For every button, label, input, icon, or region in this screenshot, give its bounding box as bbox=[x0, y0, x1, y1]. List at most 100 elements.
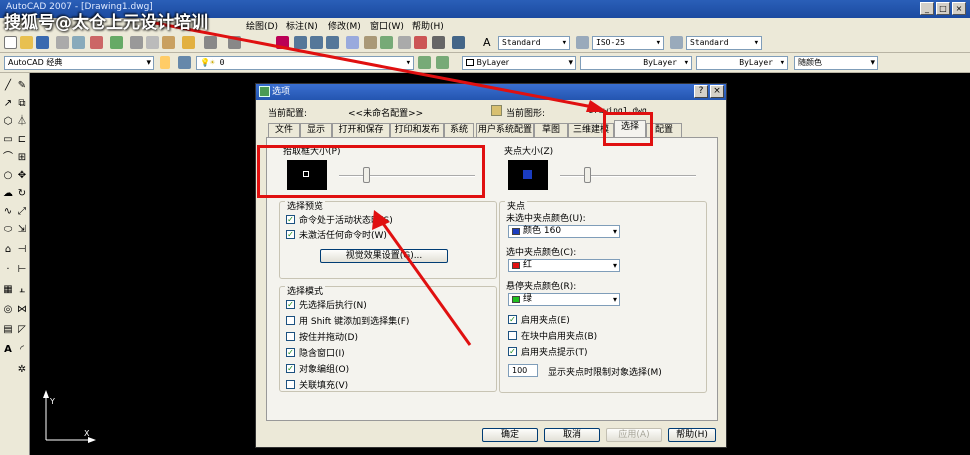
zoom-window-icon[interactable] bbox=[310, 36, 323, 49]
preview-icon[interactable] bbox=[72, 36, 85, 49]
text-style-icon[interactable]: A bbox=[483, 36, 496, 49]
tab-files[interactable]: 文件 bbox=[268, 123, 300, 137]
help-icon[interactable] bbox=[452, 36, 465, 49]
zoom-realtime-icon[interactable] bbox=[294, 36, 307, 49]
preview-inactive-checkbox[interactable]: ✓ bbox=[286, 230, 295, 239]
visual-effects-button[interactable]: 视觉效果设置(G)... bbox=[320, 249, 448, 263]
tab-drafting[interactable]: 草图 bbox=[534, 123, 568, 137]
undo-icon[interactable] bbox=[204, 36, 217, 49]
press-drag-checkbox[interactable] bbox=[286, 332, 295, 341]
point-icon[interactable]: · bbox=[1, 263, 15, 277]
grip-tips-checkbox[interactable]: ✓ bbox=[508, 347, 517, 356]
ellipse-icon[interactable]: ⬭ bbox=[1, 223, 15, 237]
layer-manager-icon[interactable] bbox=[178, 56, 191, 69]
polyline-icon[interactable]: ↗ bbox=[1, 97, 15, 111]
layer-previous-icon[interactable] bbox=[436, 56, 449, 69]
color-select[interactable]: ByLayer bbox=[462, 56, 576, 70]
menu-window[interactable]: 窗口(W) bbox=[370, 19, 404, 32]
design-center-icon[interactable] bbox=[364, 36, 377, 49]
rotate-icon[interactable]: ↻ bbox=[15, 187, 29, 201]
workspace-select[interactable]: AutoCAD 经典 bbox=[4, 56, 154, 70]
linetype-select[interactable]: ByLayer bbox=[580, 56, 692, 70]
properties-icon[interactable] bbox=[346, 36, 359, 49]
ok-button[interactable]: 确定 bbox=[482, 428, 538, 442]
zoom-previous-icon[interactable] bbox=[326, 36, 339, 49]
chamfer-icon[interactable]: ◸ bbox=[15, 323, 29, 337]
grips-in-blocks-checkbox[interactable] bbox=[508, 331, 517, 340]
spline-icon[interactable]: ∿ bbox=[1, 205, 15, 219]
menu-modify[interactable]: 修改(M) bbox=[328, 19, 361, 32]
tab-plot-publish[interactable]: 打印和发布 bbox=[390, 123, 444, 137]
grip-slider-thumb[interactable] bbox=[584, 167, 592, 183]
polygon-icon[interactable]: ⬡ bbox=[1, 115, 15, 129]
erase-icon[interactable]: ✎ bbox=[15, 79, 29, 93]
cancel-button[interactable]: 取消 bbox=[544, 428, 600, 442]
stretch-icon[interactable]: ⇲ bbox=[15, 223, 29, 237]
close-icon[interactable]: × bbox=[952, 2, 966, 15]
object-grouping-checkbox[interactable]: ✓ bbox=[286, 364, 295, 373]
table-style-select[interactable]: Standard bbox=[686, 36, 762, 50]
workspace-settings-icon[interactable] bbox=[160, 56, 170, 69]
revcloud-icon[interactable]: ☁ bbox=[1, 187, 15, 201]
copy-object-icon[interactable]: ⧉ bbox=[15, 97, 29, 111]
explode-icon[interactable]: ✲ bbox=[15, 363, 29, 377]
dialog-close-icon[interactable]: × bbox=[710, 85, 724, 98]
menu-draw[interactable]: 绘图(D) bbox=[246, 19, 278, 32]
maximize-icon[interactable]: □ bbox=[936, 2, 950, 15]
make-current-icon[interactable] bbox=[418, 56, 431, 69]
pan-icon[interactable] bbox=[276, 36, 289, 49]
implied-window-checkbox[interactable]: ✓ bbox=[286, 348, 295, 357]
shift-add-checkbox[interactable] bbox=[286, 316, 295, 325]
plotstyle-select[interactable]: 随颜色 bbox=[794, 56, 878, 70]
paste-icon[interactable] bbox=[162, 36, 175, 49]
minimize-icon[interactable]: _ bbox=[920, 2, 934, 15]
selected-grip-select[interactable]: 红 ▾ bbox=[508, 259, 620, 272]
tool-palettes-icon[interactable] bbox=[380, 36, 393, 49]
copy-icon[interactable] bbox=[146, 36, 159, 49]
help-button[interactable]: 帮助(H) bbox=[668, 428, 716, 442]
etransmit-icon[interactable] bbox=[110, 36, 123, 49]
offset-icon[interactable]: ⊏ bbox=[15, 133, 29, 147]
redo-icon[interactable] bbox=[228, 36, 241, 49]
tab-open-save[interactable]: 打开和保存 bbox=[332, 123, 390, 137]
noun-verb-checkbox[interactable]: ✓ bbox=[286, 300, 295, 309]
open-icon[interactable] bbox=[20, 36, 33, 49]
join-icon[interactable]: ⋈ bbox=[15, 303, 29, 317]
insert-block-icon[interactable]: ⌂ bbox=[1, 243, 15, 257]
rectangle-icon[interactable]: ▭ bbox=[1, 133, 15, 147]
calculator-icon[interactable] bbox=[432, 36, 445, 49]
dim-style-icon[interactable] bbox=[576, 36, 589, 49]
array-icon[interactable]: ⊞ bbox=[15, 151, 29, 165]
circle-icon[interactable]: ○ bbox=[1, 169, 15, 183]
region-icon[interactable]: ◎ bbox=[1, 303, 15, 317]
menu-help[interactable]: 帮助(H) bbox=[412, 19, 444, 32]
mtext-icon[interactable]: A bbox=[1, 343, 15, 357]
enable-grips-checkbox[interactable]: ✓ bbox=[508, 315, 517, 324]
save-icon[interactable] bbox=[36, 36, 49, 49]
unselected-grip-select[interactable]: 颜色 160 ▾ bbox=[508, 225, 620, 238]
mirror-icon[interactable]: ⏃ bbox=[15, 115, 29, 129]
sheet-set-icon[interactable] bbox=[398, 36, 411, 49]
match-properties-icon[interactable] bbox=[182, 36, 195, 49]
trim-icon[interactable]: ⊣ bbox=[15, 243, 29, 257]
menu-dimension[interactable]: 标注(N) bbox=[286, 19, 318, 32]
tab-system[interactable]: 系统 bbox=[444, 123, 474, 137]
lineweight-select[interactable]: ByLayer bbox=[696, 56, 788, 70]
table-icon[interactable]: ▤ bbox=[1, 323, 15, 337]
fillet-icon[interactable]: ◜ bbox=[15, 343, 29, 357]
hover-grip-select[interactable]: 绿 ▾ bbox=[508, 293, 620, 306]
line-icon[interactable]: ╱ bbox=[1, 79, 15, 93]
tab-user-prefs[interactable]: 用户系统配置 bbox=[476, 123, 534, 137]
print-icon[interactable] bbox=[56, 36, 69, 49]
arc-icon[interactable]: ⌒ bbox=[1, 151, 15, 165]
grip-limit-input[interactable]: 100 bbox=[508, 364, 538, 377]
cut-icon[interactable] bbox=[130, 36, 143, 49]
break-icon[interactable]: ⫠ bbox=[15, 283, 29, 297]
hatch-icon[interactable]: ▦ bbox=[1, 283, 15, 297]
publish-icon[interactable] bbox=[90, 36, 103, 49]
tab-display[interactable]: 显示 bbox=[300, 123, 332, 137]
markup-icon[interactable] bbox=[414, 36, 427, 49]
grip-slider-track[interactable] bbox=[560, 175, 696, 177]
extend-icon[interactable]: ⊢ bbox=[15, 263, 29, 277]
help-question-icon[interactable]: ? bbox=[694, 85, 708, 98]
